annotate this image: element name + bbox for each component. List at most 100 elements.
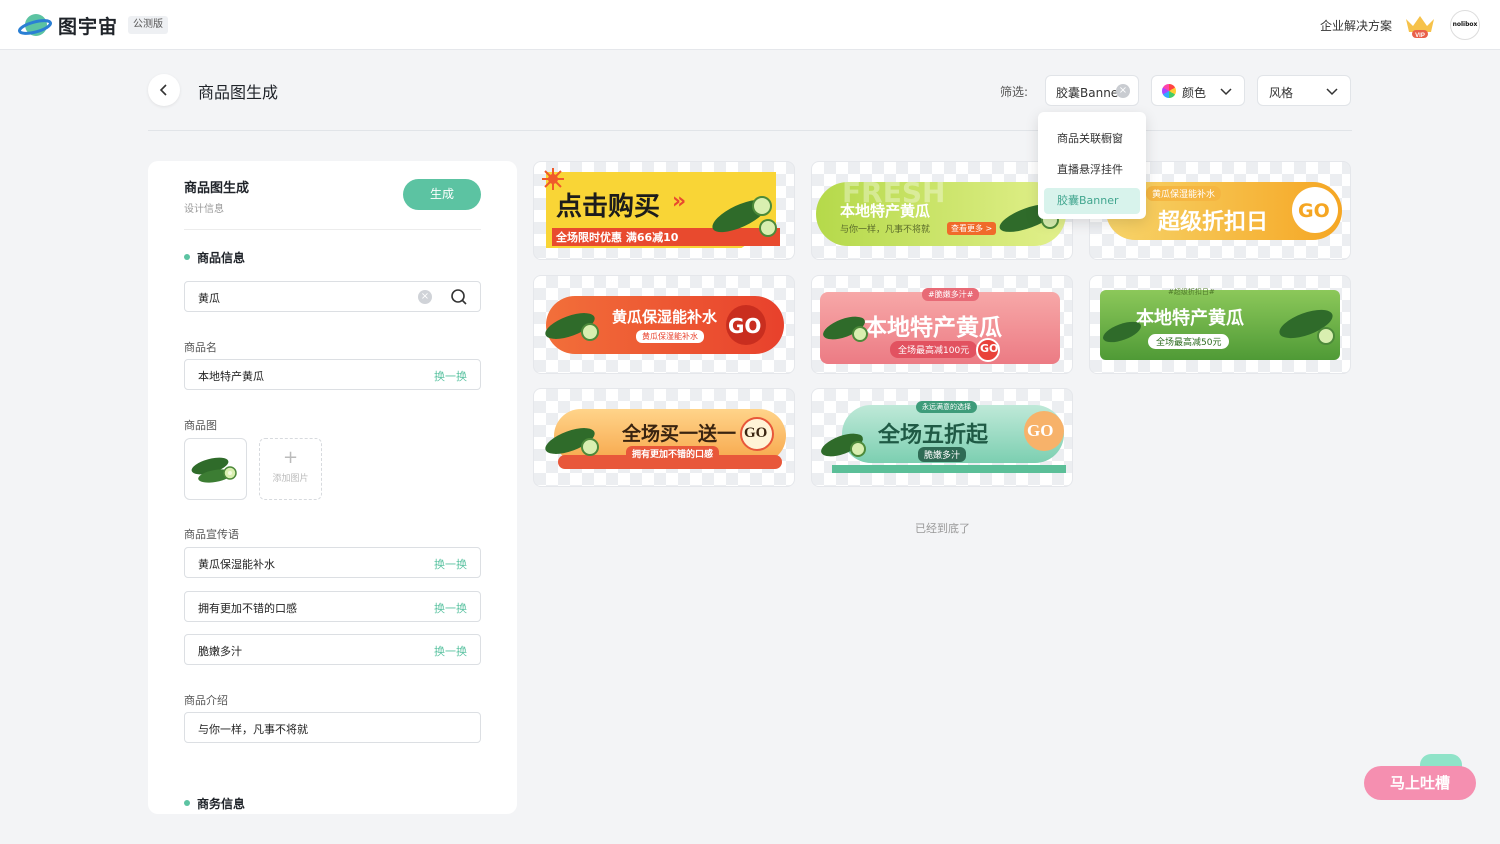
product-image-label: 商品图 (184, 419, 217, 432)
add-image-button[interactable]: + 添加图片 (259, 438, 322, 500)
search-icon[interactable] (450, 288, 468, 306)
product-name-label: 商品名 (184, 341, 217, 354)
banner-card[interactable]: #超级折扣日# 本地特产黄瓜 全场最高减50元 (1089, 275, 1351, 374)
product-intro-field[interactable]: 与你一样，凡事不将就 (184, 712, 481, 743)
banner-title: 本地特产黄瓜 (1136, 308, 1244, 329)
product-intro-value: 与你一样，凡事不将就 (198, 723, 308, 736)
slogan-label: 商品宣传语 (184, 528, 239, 541)
banner-title: 本地特产黄瓜 (840, 202, 931, 220)
section-product-info: 商品信息 (184, 249, 245, 266)
chevron-left-icon (159, 84, 167, 96)
user-avatar[interactable]: nolibox (1450, 10, 1480, 40)
banner-tag: #超级折扣日# (1168, 288, 1215, 296)
header-divider (148, 130, 1352, 131)
add-image-label: 添加图片 (272, 474, 309, 484)
banner-subtitle: 与你一样，凡事不将就 (840, 225, 931, 235)
banner-subtitle: 全场最高减100元 (890, 341, 978, 358)
banner-card[interactable]: #脆嫩多汁# 本地特产黄瓜 全场最高减100元 GO (811, 275, 1073, 374)
plus-icon: + (282, 447, 299, 468)
section-business-info: 商务信息 (184, 795, 245, 812)
banner-card[interactable]: 点击购买 » 全场限时优惠 满66减10 (533, 161, 795, 260)
list-end-text: 已经到底了 (915, 522, 970, 535)
banner-title: 点击购买 (556, 192, 661, 222)
planet-logo-icon[interactable] (18, 10, 52, 40)
back-button[interactable] (148, 74, 180, 106)
filter-label: 筛选: (1000, 85, 1029, 99)
swap-slogan-button[interactable]: 换一换 (434, 643, 467, 659)
banner-arrows: » (672, 189, 687, 214)
slogan-field[interactable]: 拥有更加不错的口感 换一换 (184, 591, 481, 622)
cucumber-image (823, 316, 868, 342)
banner-subtitle: 黄瓜保湿能补水 (636, 330, 704, 343)
color-filter-select[interactable]: 颜色 (1151, 75, 1245, 106)
page-title: 商品图生成 (198, 83, 279, 102)
banner-tag: 永远满意的选择 (916, 401, 977, 413)
cucumber-image (821, 433, 866, 457)
swap-name-button[interactable]: 换一换 (434, 368, 467, 384)
banner-title: 黄瓜保湿能补水 (612, 308, 718, 326)
design-info-panel: 商品图生成 设计信息 生成 商品信息 黄瓜 × 商品名 本地特产黄瓜 换一换 商… (148, 161, 517, 814)
slogan-field[interactable]: 黄瓜保湿能补水 换一换 (184, 547, 481, 578)
swap-slogan-button[interactable]: 换一换 (434, 556, 467, 572)
banner-subtitle: 全场最高减50元 (1148, 334, 1230, 349)
dropdown-item-window[interactable]: 商品关联橱窗 (1044, 126, 1140, 152)
product-name-field[interactable]: 本地特产黄瓜 换一换 (184, 359, 481, 390)
vip-crown-icon[interactable]: VIP (1403, 13, 1437, 39)
color-wheel-icon (1162, 84, 1176, 98)
cucumber-image (1103, 321, 1141, 343)
panel-subtitle: 设计信息 (184, 204, 224, 215)
cucumber-image (545, 313, 599, 341)
chevron-down-icon (1326, 88, 1338, 96)
banner-subtitle: 拥有更加不错的口感 (626, 446, 720, 461)
product-name-value: 本地特产黄瓜 (198, 370, 264, 383)
go-badge-label: GO (1298, 200, 1330, 222)
clear-search-icon[interactable]: × (418, 290, 432, 304)
svg-text:VIP: VIP (1415, 33, 1425, 39)
search-value: 黄瓜 (198, 292, 220, 305)
slogan-value: 黄瓜保湿能补水 (198, 558, 275, 571)
type-filter-select[interactable]: 胶囊Banner × (1045, 75, 1139, 106)
product-image-thumbnail[interactable] (184, 438, 247, 500)
slogan-value: 拥有更加不错的口感 (198, 602, 297, 615)
beta-badge: 公测版 (128, 16, 168, 34)
dropdown-item-capsule-banner[interactable]: 胶囊Banner (1044, 188, 1140, 214)
top-bar: 图宇宙 公测版 企业解决方案 VIP nolibox (0, 0, 1500, 50)
panel-divider (184, 229, 481, 230)
go-badge-label: GO (1027, 421, 1054, 440)
banner-card[interactable]: FRESH 本地特产黄瓜 与你一样，凡事不将就 查看更多 > (811, 161, 1073, 260)
go-badge-label: GO (728, 314, 762, 338)
banner-more-button: 查看更多 > (947, 222, 997, 235)
chevron-down-icon (1220, 88, 1232, 96)
cucumber-image (712, 196, 777, 237)
product-search-input[interactable]: 黄瓜 × (184, 281, 481, 312)
go-badge-label: GO (980, 342, 999, 355)
feedback-button[interactable]: 马上吐槽 (1364, 766, 1476, 800)
banner-title: 超级折扣日 (1158, 210, 1269, 235)
panel-title: 商品图生成 (184, 181, 250, 196)
cucumber-image (191, 457, 237, 483)
cucumber-image (545, 428, 599, 456)
product-intro-label: 商品介绍 (184, 694, 228, 707)
banner-subtitle: 全场限时优惠 满66减10 (556, 231, 679, 244)
generate-button[interactable]: 生成 (403, 179, 481, 210)
banner-title: 本地特产黄瓜 (864, 315, 1002, 341)
logo-text[interactable]: 图宇宙 (58, 12, 118, 39)
banner-card[interactable]: 全场买一送一 拥有更加不错的口感 GO (533, 388, 795, 487)
banner-title: 全场五折起 (878, 422, 989, 447)
enterprise-solutions-link[interactable]: 企业解决方案 (1320, 17, 1392, 34)
swap-slogan-button[interactable]: 换一换 (434, 600, 467, 616)
color-filter-label: 颜色 (1182, 86, 1207, 100)
dropdown-item-live-widget[interactable]: 直播悬浮挂件 (1044, 157, 1140, 183)
go-badge-label: GO (744, 425, 768, 441)
type-filter-dropdown: 商品关联橱窗 直播悬浮挂件 胶囊Banner (1038, 112, 1146, 219)
banner-card[interactable]: 黄瓜保湿能补水 黄瓜保湿能补水 GO (533, 275, 795, 374)
style-filter-select[interactable]: 风格 (1257, 75, 1351, 106)
slogan-value: 脆嫩多汁 (198, 645, 242, 658)
slogan-field[interactable]: 脆嫩多汁 换一换 (184, 634, 481, 665)
clear-filter-icon[interactable]: × (1116, 84, 1130, 98)
banner-card[interactable]: 永远满意的选择 全场五折起 脆嫩多汁 GO (811, 388, 1073, 487)
banner-tag: #脆嫩多汁# (922, 288, 980, 301)
banner-title: 全场买一送一 (622, 424, 737, 445)
banner-subtitle: 脆嫩多汁 (918, 447, 967, 462)
style-filter-label: 风格 (1269, 86, 1294, 100)
